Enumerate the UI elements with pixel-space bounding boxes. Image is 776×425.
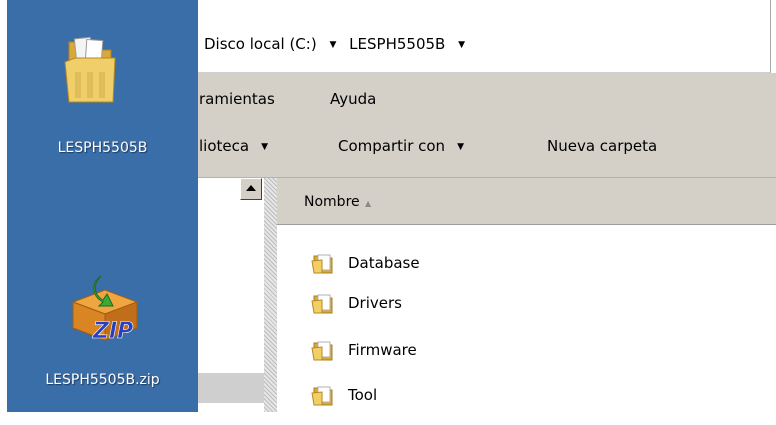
breadcrumb-drive[interactable]: Disco local (C:) (204, 32, 317, 56)
address-bar[interactable]: Disco local (C:) ▼ LESPH5505B ▼ (198, 0, 771, 73)
folder-icon (311, 386, 333, 406)
navigation-pane[interactable] (198, 178, 264, 412)
file-name: Database (348, 254, 420, 272)
chevron-down-icon: ▼ (457, 142, 464, 152)
folder-icon (311, 294, 333, 314)
svg-text:ZIP: ZIP (92, 319, 133, 344)
desktop: LESPH5505B ZIP LESPH5505B.zip (7, 0, 198, 412)
desktop-icon-zip[interactable]: ZIP LESPH5505B.zip (7, 262, 198, 412)
chevron-down-icon[interactable]: ▼ (329, 33, 336, 57)
explorer-window: Disco local (C:) ▼ LESPH5505B ▼ ramienta… (198, 0, 776, 412)
column-header-row: Nombre ▲ (277, 178, 776, 225)
command-bar: lioteca ▼ Compartir con ▼ Nueva carpeta (198, 125, 776, 178)
sort-ascending-icon: ▲ (365, 199, 372, 208)
folder-icon (311, 341, 333, 361)
share-with-button[interactable]: Compartir con ▼ (338, 137, 464, 155)
file-name: Tool (348, 386, 378, 404)
nav-selected-item[interactable] (198, 373, 264, 403)
scroll-up-button[interactable] (240, 178, 262, 200)
folder-icon (64, 36, 116, 103)
breadcrumb-folder[interactable]: LESPH5505B (349, 32, 445, 56)
breadcrumb: Disco local (C:) ▼ LESPH5505B ▼ (204, 32, 473, 56)
file-list: Nombre ▲ Database Drivers Firmware Tool (277, 178, 776, 412)
new-folder-button[interactable]: Nueva carpeta (547, 137, 657, 155)
arrow-up-icon (246, 185, 256, 191)
desktop-icon-folder[interactable]: LESPH5505B (7, 0, 198, 200)
folder-icon (311, 254, 333, 274)
toolbar-label: lioteca (199, 137, 250, 155)
desktop-icon-label: LESPH5505B.zip (45, 372, 160, 388)
menu-item-ayuda[interactable]: Ayuda (330, 90, 376, 108)
menu-bar: ramientas Ayuda (198, 73, 776, 125)
chevron-down-icon[interactable]: ▼ (458, 33, 465, 57)
nav-scrollbar[interactable] (264, 178, 277, 412)
screen-bottom-edge (0, 412, 776, 425)
desktop-icon-label: LESPH5505B (57, 140, 148, 156)
file-name: Firmware (348, 341, 417, 359)
file-name: Drivers (348, 294, 402, 312)
chevron-down-icon: ▼ (261, 142, 268, 152)
column-header-name[interactable]: Nombre (304, 194, 360, 210)
toolbar-label: Compartir con (338, 137, 446, 155)
toolbar-biblioteca-button[interactable]: lioteca ▼ (199, 137, 268, 155)
zip-archive-icon: ZIP (71, 275, 139, 344)
menu-item-herramientas[interactable]: ramientas (199, 90, 275, 108)
